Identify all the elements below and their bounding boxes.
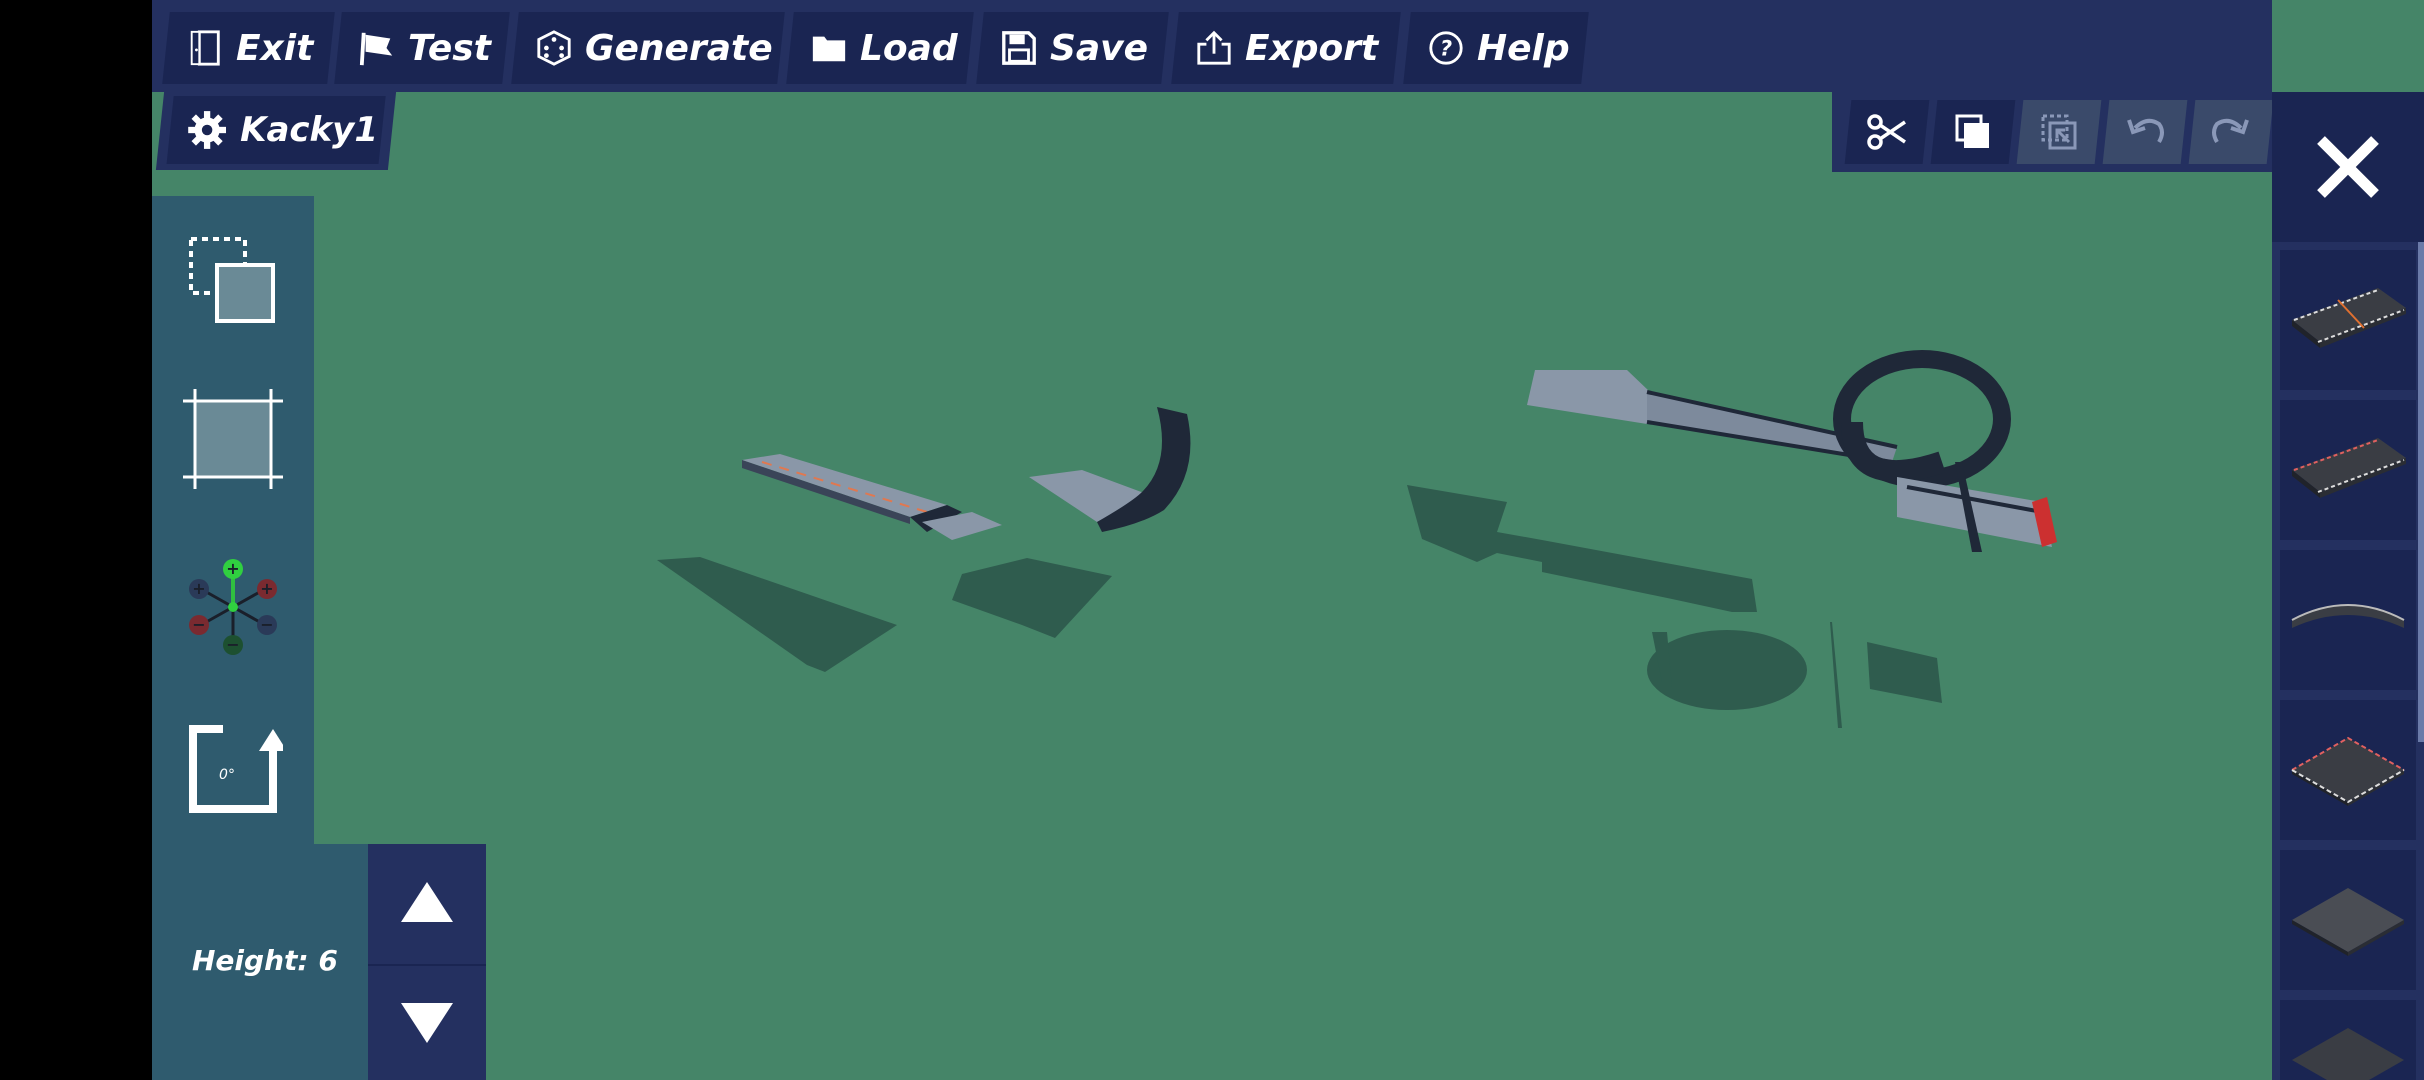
tool-panel: + − + + − − 0° — [152, 196, 314, 844]
move-tool[interactable]: + − + + − − — [180, 554, 286, 660]
map-settings-button[interactable]: Kacky1 — [155, 92, 397, 170]
cut-button[interactable] — [1844, 100, 1930, 164]
palette-item-block-partial[interactable] — [2280, 1000, 2416, 1080]
floppy-icon — [1002, 31, 1036, 65]
triangle-up-icon — [401, 882, 453, 922]
editor-app: Exit Test Generate Load Save Export ? He… — [152, 0, 2424, 1080]
save-label: Save — [1050, 27, 1149, 69]
height-down-button[interactable] — [368, 964, 486, 1080]
load-label: Load — [860, 27, 958, 69]
folder-icon — [812, 36, 846, 62]
palette-item-platform-block[interactable] — [2280, 700, 2416, 840]
test-button[interactable]: Test — [334, 12, 510, 84]
svg-text:+: + — [260, 579, 273, 598]
quarter-pipe — [1029, 407, 1191, 532]
height-up-button[interactable] — [368, 844, 486, 960]
help-icon: ? — [1429, 31, 1463, 65]
palette-scrollbar[interactable] — [2418, 242, 2424, 742]
start-block-icon — [2292, 288, 2406, 348]
export-button[interactable]: Export — [1171, 12, 1401, 84]
scissors-icon — [1867, 114, 1906, 150]
help-label: Help — [1477, 27, 1570, 69]
svg-text:−: − — [192, 615, 205, 634]
export-label: Export — [1245, 27, 1379, 69]
save-button[interactable]: Save — [976, 12, 1169, 84]
track-segment-right — [1527, 350, 2057, 552]
redo-icon — [2212, 118, 2249, 144]
paste-button[interactable] — [2016, 100, 2102, 164]
palette-item-curve-block[interactable] — [2280, 550, 2416, 690]
palette-item-flat-block[interactable] — [2280, 850, 2416, 990]
triangle-down-icon — [401, 1003, 453, 1043]
flat-block-icon — [2292, 888, 2404, 956]
select-tool[interactable] — [180, 228, 286, 334]
rotate-angle: 0° — [219, 767, 235, 783]
platform-block-icon — [2291, 736, 2405, 806]
block-partial-icon — [2292, 1028, 2404, 1080]
left-letterbox — [0, 0, 152, 1080]
help-button[interactable]: ? Help — [1403, 12, 1589, 84]
place-icon — [183, 389, 283, 489]
height-controls — [368, 844, 486, 1080]
move-axes-icon: + − + + − − — [189, 559, 277, 655]
height-panel: Height: 6 — [152, 844, 368, 1080]
track-segment-left — [742, 454, 1002, 540]
shadows — [657, 485, 1942, 728]
door-icon — [190, 30, 220, 66]
test-label: Test — [408, 27, 491, 69]
undo-icon — [2127, 118, 2164, 144]
copy-icon — [1955, 114, 1989, 148]
top-toolbar: Exit Test Generate Load Save Export ? He… — [152, 0, 2272, 92]
svg-text:+: + — [226, 559, 239, 578]
undo-button[interactable] — [2102, 100, 2188, 164]
svg-text:−: − — [226, 635, 239, 654]
rotate-tool[interactable]: 0° — [180, 716, 286, 822]
svg-text:+: + — [192, 579, 205, 598]
exit-button[interactable]: Exit — [162, 12, 335, 84]
rotate-icon: 0° — [189, 725, 283, 813]
exit-label: Exit — [236, 27, 314, 69]
place-tool[interactable] — [180, 386, 286, 492]
svg-text:−: − — [260, 615, 273, 634]
gear-icon — [188, 111, 227, 149]
palette-item-road-block[interactable] — [2280, 400, 2416, 540]
dice-icon — [537, 30, 571, 66]
redo-button[interactable] — [2188, 100, 2274, 164]
curve-block-icon — [2291, 604, 2405, 628]
palette-item-start-block[interactable] — [2280, 250, 2416, 390]
generate-button[interactable]: Generate — [511, 12, 785, 84]
close-icon — [2317, 136, 2379, 198]
edit-toolbar — [1832, 92, 2274, 172]
flag-icon — [359, 32, 393, 66]
copy-button[interactable] — [1930, 100, 2016, 164]
load-button[interactable]: Load — [786, 12, 974, 84]
svg-text:?: ? — [1440, 37, 1452, 61]
road-block-icon — [2292, 438, 2406, 498]
close-palette-button[interactable] — [2272, 92, 2424, 242]
paste-icon — [2041, 114, 2077, 150]
height-label: Height: 6 — [192, 944, 338, 977]
map-name: Kacky1 — [240, 110, 378, 150]
select-icon — [189, 237, 275, 323]
generate-label: Generate — [585, 27, 773, 69]
share-icon — [1197, 30, 1231, 65]
